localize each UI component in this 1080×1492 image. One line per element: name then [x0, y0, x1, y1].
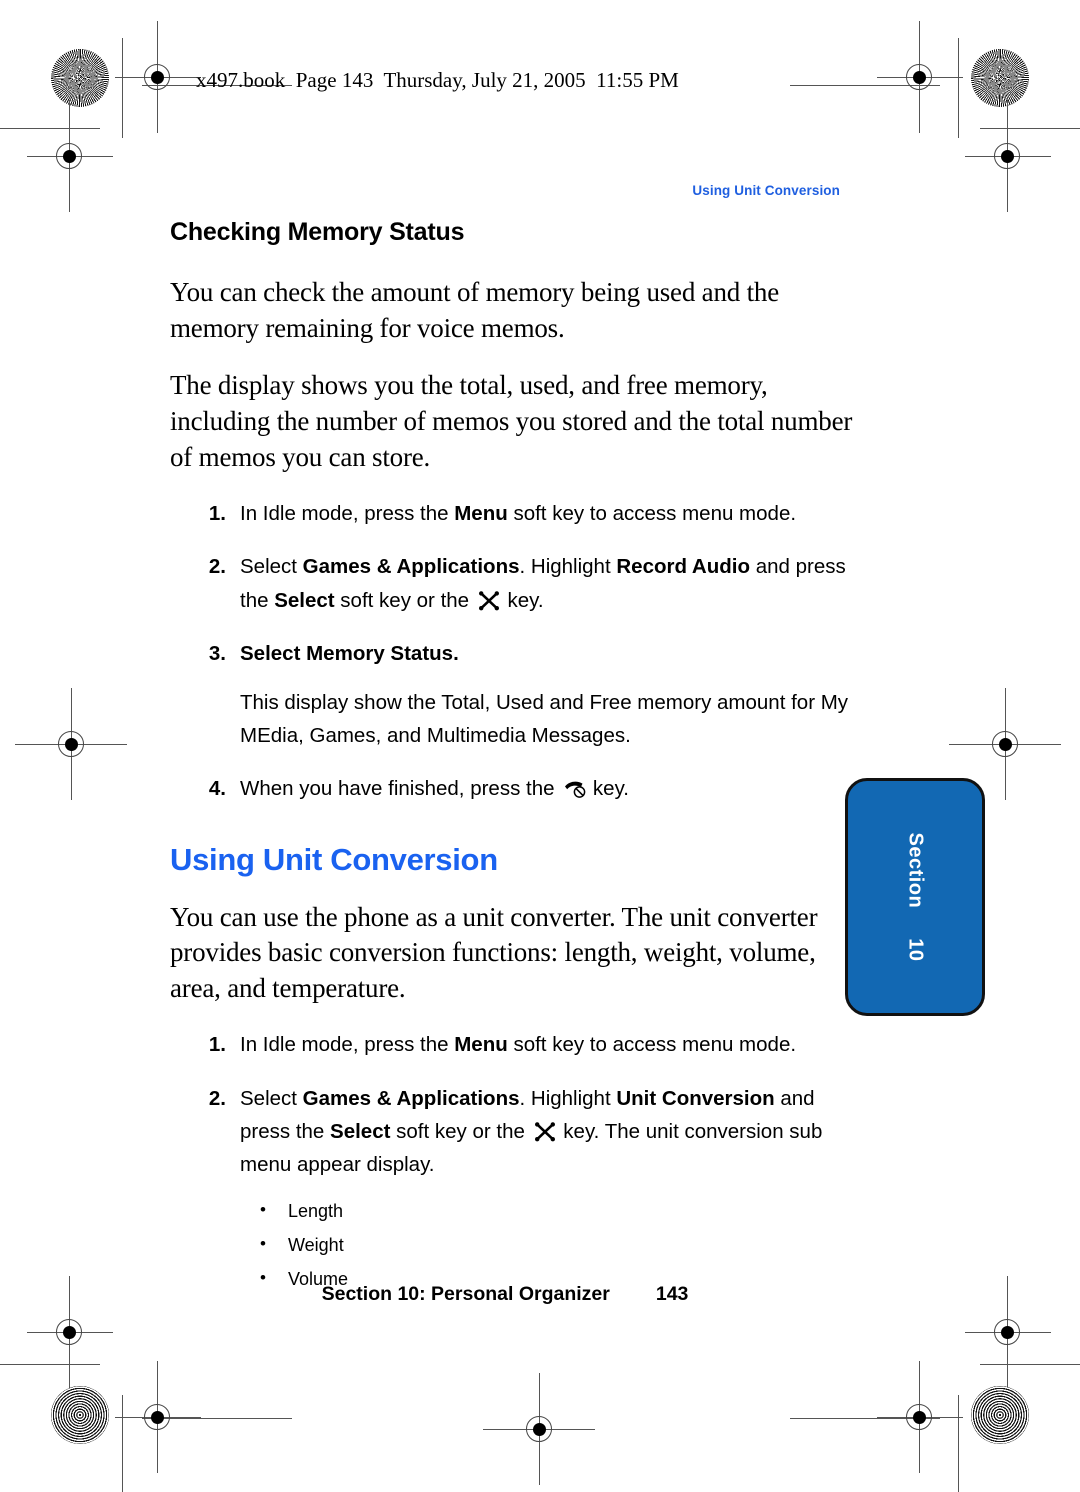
section-heading-using-unit-conversion: Using Unit Conversion — [170, 841, 498, 877]
page-footer: Section 10: Personal Organizer 143 — [170, 1283, 840, 1306]
body-paragraph: The display shows you the total, used, a… — [170, 370, 853, 472]
step-item: 3. Select Memory Status. This display show… — [209, 637, 860, 753]
step-number: 1. — [208, 502, 226, 526]
step-number: 2. — [208, 1086, 226, 1110]
step-text: When you have finished, press the key. — [240, 777, 629, 800]
plain-text: Select — [240, 1086, 303, 1110]
plain-text: In Idle mode, press the — [240, 1033, 455, 1057]
steps-list-memory-status: 1. In Idle mode, press the Menu soft key … — [170, 497, 860, 805]
section-tab-label: Section — [904, 832, 927, 909]
plain-text: . Highlight — [519, 555, 617, 579]
step-number: 1. — [208, 1033, 226, 1057]
emphasis-text: Memory Status — [306, 641, 454, 665]
step-item: 1. In Idle mode, press the Menu soft key … — [209, 497, 860, 530]
step-number: 2. — [208, 555, 226, 579]
section-thumb-tab: Section 10 — [845, 778, 985, 1016]
plain-text: soft key to access menu mode. — [507, 1033, 797, 1057]
plain-text: soft key or the — [334, 588, 475, 612]
page-content: Checking Memory Status You can check the… — [170, 218, 860, 1303]
body-paragraph: You can use the phone as a unit converte… — [170, 901, 818, 1003]
steps-list-unit-conversion: 1. In Idle mode, press the Menu soft key … — [170, 1028, 860, 1181]
plain-text: key. — [587, 777, 629, 801]
step-text: Select Memory Status. — [240, 642, 459, 665]
list-item: Length — [260, 1200, 860, 1222]
section-tab-text: Section 10 — [904, 833, 927, 962]
step-text: Select Games & Applications. Highlight U… — [240, 1087, 822, 1176]
footer-page-number: 143 — [655, 1283, 689, 1305]
step-text: In Idle mode, press the Menu soft key to… — [240, 1033, 796, 1056]
plain-text: When you have finished, press the — [240, 777, 561, 801]
emphasis-text: Menu — [454, 502, 508, 526]
body-paragraph: You can check the amount of memory being… — [170, 277, 780, 343]
running-header: Using Unit Conversion — [692, 183, 840, 198]
list-item: Weight — [260, 1234, 860, 1256]
step-item: 1. In Idle mode, press the Menu soft key … — [209, 1028, 860, 1061]
section-tab-number: 10 — [904, 938, 927, 962]
step-item: 4. When you have finished, press the key. — [209, 772, 860, 805]
plain-text: soft key to access menu mode. — [507, 502, 797, 526]
step-text: Select Games & Applications. Highlight R… — [240, 555, 846, 611]
step-note: This display show the Total, Used and Fr… — [240, 690, 849, 748]
emphasis-text: Select — [240, 641, 307, 665]
manual-page: x497.book Page 143 Thursday, July 21, 20… — [0, 0, 1080, 1492]
emphasis-text: Menu — [454, 1033, 508, 1057]
emphasis-text: Games & Applications — [302, 1086, 520, 1110]
emphasis-text: Unit Conversion — [616, 1086, 775, 1110]
unit-conversion-options-list: LengthWeightVolume — [170, 1200, 860, 1290]
ok-navigation-key-icon — [534, 1122, 555, 1142]
plain-text: soft key or the — [390, 1119, 531, 1143]
ok-navigation-key-icon — [478, 590, 499, 610]
step-number: 3. — [208, 641, 226, 665]
end-call-key-icon — [563, 779, 586, 799]
step-item: 2. Select Games & Applications. Highlight… — [209, 550, 860, 616]
emphasis-text: Select — [274, 588, 335, 612]
step-text: In Idle mode, press the Menu soft key to… — [240, 502, 796, 525]
emphasis-text: Record Audio — [616, 555, 750, 579]
emphasis-text: . — [453, 641, 459, 665]
emphasis-text: Select — [330, 1119, 391, 1143]
emphasis-text: Games & Applications — [302, 555, 520, 579]
plain-text: key. — [501, 588, 544, 612]
step-number: 4. — [208, 777, 226, 801]
plain-text: In Idle mode, press the — [240, 502, 455, 526]
step-item: 2. Select Games & Applications. Highlight… — [209, 1082, 860, 1182]
plain-text: . Highlight — [519, 1086, 617, 1110]
subsection-heading-checking-memory-status: Checking Memory Status — [170, 218, 465, 246]
print-file-header: x497.book Page 143 Thursday, July 21, 20… — [196, 68, 679, 92]
plain-text: Select — [240, 555, 303, 579]
footer-title: Section 10: Personal Organizer — [321, 1283, 610, 1305]
